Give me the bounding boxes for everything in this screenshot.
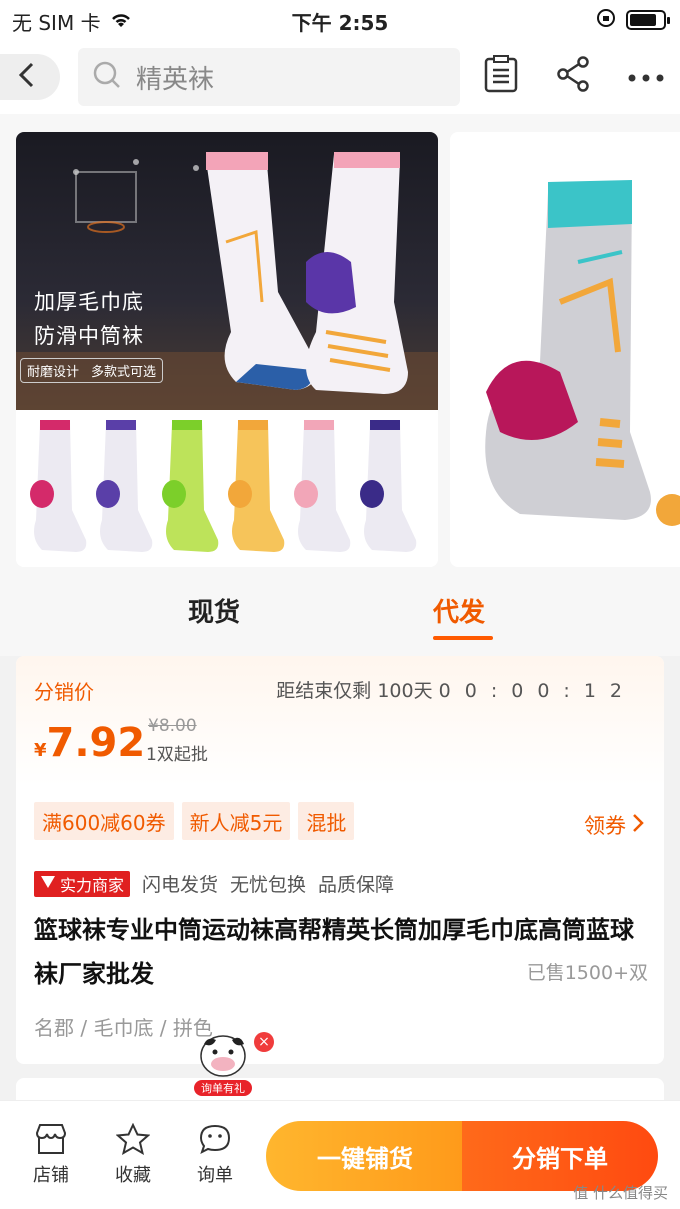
hero-tag: 多款式可选 [91, 365, 157, 380]
search-query: 精英袜 [136, 64, 215, 95]
page: 无 SIM 卡 下午 2:55 精英袜 加厚毛巾底 防滑中筒袜 耐磨设计 多款式… [0, 0, 680, 1209]
more-button[interactable] [626, 56, 666, 96]
rotation-lock-icon [596, 8, 616, 32]
inquiry-button[interactable]: 询单 [180, 1121, 250, 1187]
price-value: 7.92 [46, 720, 146, 766]
variant-sock [96, 420, 153, 552]
favorite-label: 收藏 [115, 1165, 151, 1186]
more-icon [628, 67, 664, 86]
clipboard-icon [484, 55, 518, 97]
get-coupon-label: 领券 [584, 814, 626, 838]
variant-sock [30, 420, 87, 552]
merchant-shield-icon [40, 874, 56, 893]
countdown-days: 100天 [377, 680, 433, 702]
image-gallery[interactable]: 加厚毛巾底 防滑中筒袜 耐磨设计 多款式可选 [0, 114, 680, 574]
merchant-badge-label: 实力商家 [60, 875, 125, 895]
store-icon [16, 1121, 86, 1157]
mascot-label: 询单有礼 [201, 1081, 245, 1095]
countdown-timer: 距结束仅剩 100天 00:00:12 [276, 676, 636, 703]
top-nav: 精英袜 [0, 40, 680, 114]
product-attributes: 名郡 / 毛巾底 / 拼色 [34, 1016, 213, 1040]
tab-dropship[interactable]: 代发 [433, 592, 485, 629]
hero-image: 加厚毛巾底 防滑中筒袜 耐磨设计 多款式可选 [16, 132, 438, 410]
favorite-button[interactable]: 收藏 [98, 1121, 168, 1187]
bottom-action-bar: 店铺 收藏 询单 一键铺货 分销下单 值 什么值得买 [0, 1100, 680, 1209]
hero-caption-2: 防滑中筒袜 [34, 324, 144, 348]
dropship-order-button[interactable]: 分销下单 [462, 1121, 658, 1191]
distribution-price: ¥7.92 [34, 720, 145, 766]
single-sock-image [485, 180, 680, 526]
status-right [596, 8, 670, 32]
countdown-time: 00:00:12 [438, 680, 636, 702]
currency-symbol: ¥ [34, 740, 47, 761]
status-bar: 无 SIM 卡 下午 2:55 [0, 0, 680, 40]
price-label: 分销价 [34, 680, 94, 704]
product-image-main[interactable]: 加厚毛巾底 防滑中筒袜 耐磨设计 多款式可选 [16, 132, 438, 567]
mode-tabs: 现货 代发 [0, 574, 680, 656]
coupon-tag[interactable]: 混批 [298, 802, 355, 840]
get-coupon-button[interactable]: 领券 [584, 810, 644, 840]
service-guarantees: 实力商家 闪电发货 无忧包换 品质保障 [34, 870, 394, 897]
service-item: 品质保障 [318, 874, 395, 896]
variant-sock [294, 420, 351, 552]
active-tab-indicator [433, 636, 493, 640]
countdown-prefix: 距结束仅剩 [276, 680, 372, 702]
variant-sock [360, 420, 417, 552]
one-click-list-button[interactable]: 一键铺货 [266, 1121, 464, 1191]
watermark: 值 什么值得买 [573, 1184, 668, 1202]
hero-tag: 耐磨设计 [27, 365, 80, 380]
coupon-tag[interactable]: 满600减60券 [34, 802, 174, 840]
coupon-list: 满600减60券 新人减5元 混批 [34, 802, 355, 840]
share-icon [556, 56, 590, 96]
product-image-second[interactable] [450, 132, 680, 567]
close-icon: × [258, 1034, 270, 1050]
sold-count: 已售1500+双 [526, 962, 648, 984]
cow-mascot-icon: 询单有礼 [194, 1035, 252, 1096]
search-bar[interactable]: 精英袜 [78, 48, 460, 106]
search-icon [92, 60, 122, 94]
variant-sock [162, 420, 219, 552]
mascot-close-button[interactable]: × [254, 1032, 274, 1052]
inquiry-label: 询单 [197, 1165, 233, 1186]
merchant-badge: 实力商家 [34, 870, 131, 897]
color-variants-strip [16, 410, 438, 567]
store-button[interactable]: 店铺 [16, 1121, 86, 1187]
chat-icon [180, 1121, 250, 1157]
service-item: 闪电发货 [142, 874, 219, 896]
coupon-tag[interactable]: 新人减5元 [181, 802, 291, 840]
clipboard-button[interactable] [481, 55, 521, 97]
battery-icon [626, 10, 670, 30]
variant-sock [228, 420, 285, 552]
minimum-order: 1双起批 [146, 745, 208, 765]
star-icon [98, 1121, 168, 1157]
service-item: 无忧包换 [230, 874, 307, 896]
chevron-right-icon [632, 813, 644, 838]
share-button[interactable] [553, 56, 593, 96]
back-arrow-icon [18, 62, 36, 92]
tab-spot[interactable]: 现货 [188, 592, 240, 629]
inquiry-gift-mascot[interactable]: 询单有礼 [188, 1030, 258, 1098]
product-card: 分销价 距结束仅剩 100天 00:00:12 ¥7.92 ¥8.00 1双起批… [16, 656, 664, 1064]
store-label: 店铺 [33, 1165, 69, 1186]
variant-socks [30, 420, 417, 552]
status-time: 下午 2:55 [291, 11, 389, 35]
back-button[interactable] [0, 54, 60, 100]
hero-tag-box: 耐磨设计 多款式可选 [20, 358, 164, 383]
original-price: ¥8.00 [148, 716, 197, 736]
hero-caption-1: 加厚毛巾底 [34, 290, 144, 314]
